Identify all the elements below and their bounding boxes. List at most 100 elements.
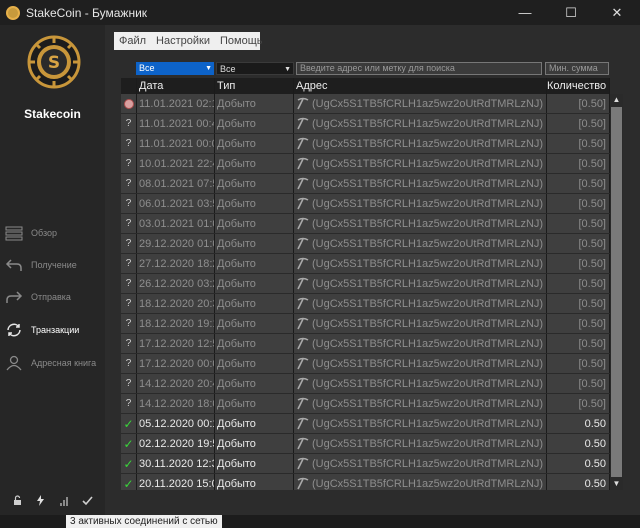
- cell-address-text: (UgCx5S1TB5fCRLH1az5wz2oUtRdTMRLzNJ): [312, 157, 544, 170]
- table-row[interactable]: 11.01.2021 02:12Добыто (UgCx5S1TB5fCRLH1a…: [121, 94, 610, 114]
- cell-address: (UgCx5S1TB5fCRLH1az5wz2oUtRdTMRLzNJ): [294, 114, 547, 133]
- pending-question-icon: ?: [121, 254, 137, 273]
- date-filter-value: Все: [139, 63, 155, 73]
- header-type[interactable]: Тип: [215, 78, 294, 94]
- sidebar: S Stakecoin Обзор Получение Отправка Тра…: [0, 25, 105, 515]
- table-row[interactable]: ?17.12.2020 12:51Добыто (UgCx5S1TB5fCRLH1…: [121, 334, 610, 354]
- cell-amount: [0.50]: [547, 174, 610, 193]
- table-row[interactable]: ?26.12.2020 03:26Добыто (UgCx5S1TB5fCRLH1…: [121, 274, 610, 294]
- cell-address: (UgCx5S1TB5fCRLH1az5wz2oUtRdTMRLzNJ): [294, 354, 547, 373]
- pickaxe-icon: [297, 277, 309, 290]
- table-row[interactable]: ✓30.11.2020 12:39Добыто (UgCx5S1TB5fCRLH1…: [121, 454, 610, 474]
- cell-address-text: (UgCx5S1TB5fCRLH1az5wz2oUtRdTMRLzNJ): [312, 297, 544, 310]
- pending-question-icon: ?: [121, 354, 137, 373]
- cell-address-text: (UgCx5S1TB5fCRLH1az5wz2oUtRdTMRLzNJ): [312, 437, 544, 450]
- table-row[interactable]: ?29.12.2020 01:05Добыто (UgCx5S1TB5fCRLH1…: [121, 234, 610, 254]
- scroll-up-icon[interactable]: ▲: [610, 94, 623, 106]
- table-row[interactable]: ?17.12.2020 00:02Добыто (UgCx5S1TB5fCRLH1…: [121, 354, 610, 374]
- cell-type: Добыто: [215, 334, 294, 353]
- lightning-icon[interactable]: [35, 494, 46, 506]
- type-filter-select[interactable]: Все ▼: [216, 62, 294, 75]
- table-row[interactable]: ?10.01.2021 22:47Добыто (UgCx5S1TB5fCRLH1…: [121, 154, 610, 174]
- cell-address: (UgCx5S1TB5fCRLH1az5wz2oUtRdTMRLzNJ): [294, 434, 547, 453]
- pickaxe-icon: [297, 337, 309, 350]
- table-body: 11.01.2021 02:12Добыто(UgCx5S1TB5fCRLH1a…: [121, 94, 610, 490]
- header-address[interactable]: Адрес: [294, 78, 547, 94]
- header-amount[interactable]: Количество: [547, 78, 610, 94]
- sidebar-item-receive[interactable]: Получение: [5, 254, 77, 276]
- table-row[interactable]: ?11.01.2021 00:05Добыто (UgCx5S1TB5fCRLH1…: [121, 134, 610, 154]
- table-row[interactable]: ?03.01.2021 01:04Добыто (UgCx5S1TB5fCRLH1…: [121, 214, 610, 234]
- scrollbar-thumb[interactable]: [611, 107, 622, 477]
- maximize-button[interactable]: ☐: [548, 0, 594, 25]
- table-row[interactable]: ✓20.11.2020 15:08Добыто (UgCx5S1TB5fCRLH1…: [121, 474, 610, 490]
- table-row[interactable]: ?18.12.2020 19:11Добыто (UgCx5S1TB5fCRLH1…: [121, 314, 610, 334]
- cell-address: (UgCx5S1TB5fCRLH1az5wz2oUtRdTMRLzNJ): [294, 374, 547, 393]
- cell-type: Добыто: [215, 154, 294, 173]
- cell-amount: 0.50: [547, 414, 610, 433]
- transactions-icon: [7, 323, 21, 337]
- main-panel: Файл Настройки Помощь Все ▼ Все ▼ Введит…: [105, 25, 640, 515]
- date-filter-select[interactable]: Все ▼: [136, 62, 214, 75]
- close-button[interactable]: ✕: [594, 0, 640, 25]
- cell-type: Добыто: [215, 234, 294, 253]
- table-row[interactable]: ?18.12.2020 20:33Добыто (UgCx5S1TB5fCRLH1…: [121, 294, 610, 314]
- table-row[interactable]: ✓05.12.2020 00:16Добыто (UgCx5S1TB5fCRLH1…: [121, 414, 610, 434]
- table-row[interactable]: ?27.12.2020 18:24Добыто (UgCx5S1TB5fCRLH1…: [121, 254, 610, 274]
- confirmed-check-icon: ✓: [121, 454, 137, 473]
- min-amount-input[interactable]: Мин. сумма: [545, 62, 609, 75]
- sync-check-icon[interactable]: [82, 495, 93, 506]
- cell-type: Добыто: [215, 414, 294, 433]
- cell-date: 17.12.2020 12:51: [137, 334, 215, 353]
- sidebar-item-addressbook[interactable]: Адресная книга: [5, 352, 96, 374]
- cell-date: 27.12.2020 18:24: [137, 254, 215, 273]
- cell-address: (UgCx5S1TB5fCRLH1az5wz2oUtRdTMRLzNJ): [294, 274, 547, 293]
- table-row[interactable]: ?08.01.2021 07:51Добыто (UgCx5S1TB5fCRLH1…: [121, 174, 610, 194]
- chevron-down-icon: ▼: [284, 66, 291, 73]
- minimize-button[interactable]: —: [502, 0, 548, 25]
- pickaxe-icon: [297, 257, 309, 270]
- cell-amount: [0.50]: [547, 94, 610, 113]
- sidebar-item-transactions[interactable]: Транзакции: [5, 319, 79, 341]
- address-search-input[interactable]: Введите адрес или метку для поиска: [296, 62, 542, 75]
- menu-file[interactable]: Файл: [114, 35, 151, 47]
- menu-settings[interactable]: Настройки: [151, 35, 215, 47]
- lock-icon[interactable]: [12, 494, 23, 506]
- header-date[interactable]: Дата: [137, 78, 215, 94]
- cell-date: 10.01.2021 22:47: [137, 154, 215, 173]
- pending-question-icon: ?: [121, 114, 137, 133]
- cell-amount: [0.50]: [547, 394, 610, 413]
- table-row[interactable]: ✓02.12.2020 19:56Добыто (UgCx5S1TB5fCRLH1…: [121, 434, 610, 454]
- sidebar-item-overview[interactable]: Обзор: [5, 222, 57, 244]
- cell-address-text: (UgCx5S1TB5fCRLH1az5wz2oUtRdTMRLzNJ): [312, 337, 544, 350]
- pending-question-icon: ?: [121, 134, 137, 153]
- menu-help[interactable]: Помощь: [215, 35, 268, 47]
- table-scrollbar[interactable]: ▲ ▼: [610, 94, 623, 490]
- cell-address-text: (UgCx5S1TB5fCRLH1az5wz2oUtRdTMRLzNJ): [312, 217, 544, 230]
- cell-type: Добыто: [215, 214, 294, 233]
- pickaxe-icon: [297, 157, 309, 170]
- sidebar-item-label: Отправка: [31, 292, 71, 302]
- pending-question-icon: ?: [121, 394, 137, 413]
- table-row[interactable]: ?06.01.2021 03:53Добыто (UgCx5S1TB5fCRLH1…: [121, 194, 610, 214]
- pickaxe-icon: [297, 117, 309, 130]
- table-row[interactable]: ?14.12.2020 18:02Добыто (UgCx5S1TB5fCRLH1…: [121, 394, 610, 414]
- sidebar-item-send[interactable]: Отправка: [5, 286, 71, 308]
- cell-address: (UgCx5S1TB5fCRLH1az5wz2oUtRdTMRLzNJ): [294, 214, 547, 233]
- scroll-down-icon[interactable]: ▼: [610, 478, 623, 490]
- table-row[interactable]: ?14.12.2020 20:40Добыто (UgCx5S1TB5fCRLH1…: [121, 374, 610, 394]
- cell-address-text: (UgCx5S1TB5fCRLH1az5wz2oUtRdTMRLzNJ): [312, 377, 544, 390]
- cell-amount: 0.50: [547, 434, 610, 453]
- header-status[interactable]: [121, 78, 137, 94]
- signal-icon[interactable]: [59, 495, 70, 506]
- cell-address: (UgCx5S1TB5fCRLH1az5wz2oUtRdTMRLzNJ): [294, 474, 547, 490]
- cell-address-text: (UgCx5S1TB5fCRLH1az5wz2oUtRdTMRLzNJ): [312, 177, 544, 190]
- cell-type: Добыто: [215, 474, 294, 490]
- cell-date: 17.12.2020 00:02: [137, 354, 215, 373]
- cell-type: Добыто: [215, 354, 294, 373]
- addressbook-icon: [6, 355, 22, 371]
- cell-type: Добыто: [215, 274, 294, 293]
- svg-text:S: S: [48, 53, 60, 73]
- table-row[interactable]: ?11.01.2021 00:48Добыто (UgCx5S1TB5fCRLH1…: [121, 114, 610, 134]
- cell-amount: [0.50]: [547, 274, 610, 293]
